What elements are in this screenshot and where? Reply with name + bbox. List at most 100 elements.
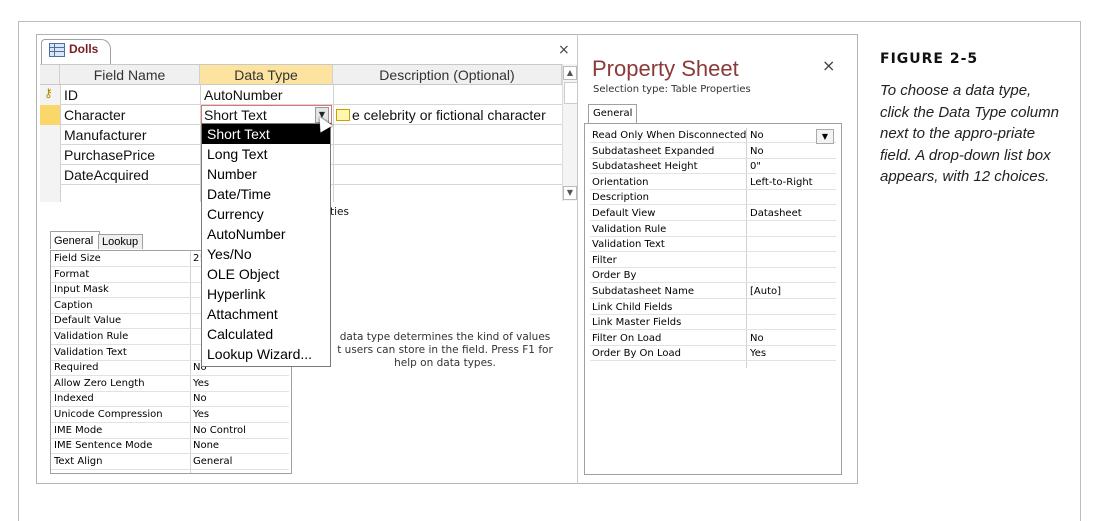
builder-icon[interactable] — [336, 109, 350, 121]
field-property-value[interactable]: Yes — [193, 376, 209, 391]
field-name-cell[interactable]: PurchasePrice — [64, 147, 155, 163]
field-name-cell[interactable]: ID — [64, 87, 78, 103]
current-row-selector[interactable] — [40, 105, 60, 125]
close-icon[interactable]: × — [822, 56, 835, 75]
help-line: help on data types. — [394, 357, 496, 369]
property-row[interactable]: Filter — [590, 253, 836, 268]
field-property-label: IME Sentence Mode — [54, 440, 153, 452]
property-label: Orientation — [592, 176, 649, 188]
property-row[interactable]: Order By On Load Yes — [590, 346, 836, 362]
tab-general[interactable]: General — [50, 231, 100, 249]
field-property-row[interactable]: Text Align General — [51, 454, 289, 470]
primary-key-icon: ⚷ — [44, 86, 53, 100]
header-field-name[interactable]: Field Name — [60, 65, 200, 85]
dropdown-option[interactable]: Currency — [202, 204, 330, 224]
field-properties-label: ties — [330, 206, 349, 218]
property-row[interactable]: Filter On Load No — [590, 331, 836, 346]
property-row[interactable]: Orientation Left-to-Right — [590, 175, 836, 190]
header-data-type[interactable]: Data Type — [200, 65, 333, 85]
property-value[interactable]: Yes — [750, 346, 766, 361]
property-row[interactable]: Description — [590, 190, 836, 206]
field-name-cell[interactable]: Manufacturer — [64, 127, 146, 143]
field-name-cell[interactable]: DateAcquired — [64, 167, 149, 183]
dropdown-option[interactable]: Lookup Wizard... — [202, 344, 330, 364]
property-row[interactable]: Validation Text — [590, 237, 836, 253]
scroll-thumb[interactable] — [564, 82, 578, 104]
close-icon[interactable]: × — [558, 42, 570, 58]
field-property-label: IME Mode — [54, 424, 103, 436]
field-property-label: Required — [54, 362, 99, 374]
table-icon — [49, 43, 65, 57]
property-value[interactable]: Datasheet — [750, 206, 802, 221]
field-property-value[interactable]: General — [193, 454, 232, 469]
field-property-label: Unicode Compression — [54, 409, 163, 420]
dropdown-option[interactable]: AutoNumber — [202, 224, 330, 244]
dropdown-arrow-icon[interactable]: ▼ — [816, 129, 834, 144]
tab-general[interactable]: General — [588, 104, 638, 124]
dropdown-option[interactable]: OLE Object — [202, 264, 330, 284]
header-description[interactable]: Description (Optional) — [333, 65, 562, 85]
property-row[interactable]: Subdatasheet Name [Auto] — [590, 284, 836, 299]
property-label: Read Only When Disconnected — [592, 130, 746, 141]
row-selector-column — [40, 85, 61, 202]
field-property-row[interactable]: Indexed No — [51, 391, 289, 408]
figure-title: FIGURE 2-5 — [880, 51, 979, 67]
row-selector-header — [40, 65, 60, 85]
dropdown-option[interactable]: Attachment — [202, 304, 330, 324]
field-property-label: Field Size — [54, 253, 101, 264]
property-label: Link Master Fields — [592, 317, 682, 329]
property-row[interactable]: Subdatasheet Expanded No — [590, 144, 836, 159]
property-value[interactable]: [Auto] — [750, 284, 781, 299]
field-property-row[interactable]: IME Sentence Mode None — [51, 438, 289, 455]
field-property-row[interactable]: IME Mode No Control — [51, 423, 289, 439]
field-property-label: Validation Rule — [54, 331, 129, 342]
property-label: Order By On Load — [592, 348, 681, 360]
field-property-value[interactable]: Yes — [193, 407, 209, 422]
property-label: Validation Text — [592, 239, 665, 251]
property-value[interactable]: 0" — [750, 159, 761, 174]
help-line: data type determines the kind of values — [339, 331, 551, 343]
field-property-label: Allow Zero Length — [54, 377, 145, 389]
property-row[interactable]: Subdatasheet Height 0" — [590, 159, 836, 175]
field-name-cell[interactable]: Character — [64, 107, 125, 123]
property-row[interactable]: Default View Datasheet — [590, 206, 836, 221]
dropdown-option[interactable]: Short Text — [202, 124, 330, 144]
field-property-label: Caption — [54, 299, 93, 311]
property-row[interactable]: Order By — [590, 268, 836, 284]
dropdown-option[interactable]: Yes/No — [202, 244, 330, 264]
help-text: data type determines the kind of values … — [330, 331, 560, 370]
property-value[interactable]: No — [750, 128, 764, 143]
field-property-row[interactable]: Unicode Compression Yes — [51, 407, 289, 423]
dropdown-option[interactable]: Hyperlink — [202, 284, 330, 304]
field-property-label: Format — [54, 268, 90, 280]
property-sheet-title: Property Sheet — [592, 56, 739, 81]
tab-lookup[interactable]: Lookup — [98, 234, 143, 249]
property-label: Filter On Load — [592, 332, 662, 344]
field-property-value[interactable]: No Control — [193, 423, 246, 438]
dropdown-option[interactable]: Calculated — [202, 324, 330, 344]
property-label: Link Child Fields — [592, 301, 673, 313]
field-property-value[interactable]: No — [193, 391, 207, 406]
property-row[interactable]: Validation Rule — [590, 222, 836, 237]
property-label: Validation Rule — [592, 223, 667, 235]
dropdown-option[interactable]: Number — [202, 164, 330, 184]
scroll-up-icon[interactable]: ▲ — [563, 66, 577, 80]
property-value[interactable]: No — [750, 144, 764, 159]
data-type-cell[interactable]: AutoNumber — [204, 87, 283, 103]
property-value[interactable]: Left-to-Right — [750, 175, 813, 190]
description-cell[interactable]: e celebrity or fictional character — [352, 107, 546, 123]
property-row[interactable]: Link Child Fields — [590, 300, 836, 315]
field-property-label: Text Align — [54, 455, 103, 467]
property-value[interactable]: No — [750, 331, 764, 346]
field-property-label: Input Mask — [54, 284, 109, 296]
figure-caption: To choose a data type, click the Data Ty… — [880, 82, 1059, 185]
property-label: Subdatasheet Height — [592, 161, 698, 173]
scroll-down-icon[interactable]: ▼ — [563, 186, 577, 200]
property-row[interactable]: Link Master Fields — [590, 315, 836, 331]
grid-scrollbar[interactable]: ▲ ▼ — [562, 64, 578, 201]
dropdown-option[interactable]: Date/Time — [202, 184, 330, 204]
dropdown-option[interactable]: Long Text — [202, 144, 330, 164]
field-property-row[interactable]: Allow Zero Length Yes — [51, 376, 289, 392]
field-property-value[interactable]: None — [193, 438, 219, 453]
property-row[interactable]: Read Only When Disconnected No — [590, 128, 836, 143]
